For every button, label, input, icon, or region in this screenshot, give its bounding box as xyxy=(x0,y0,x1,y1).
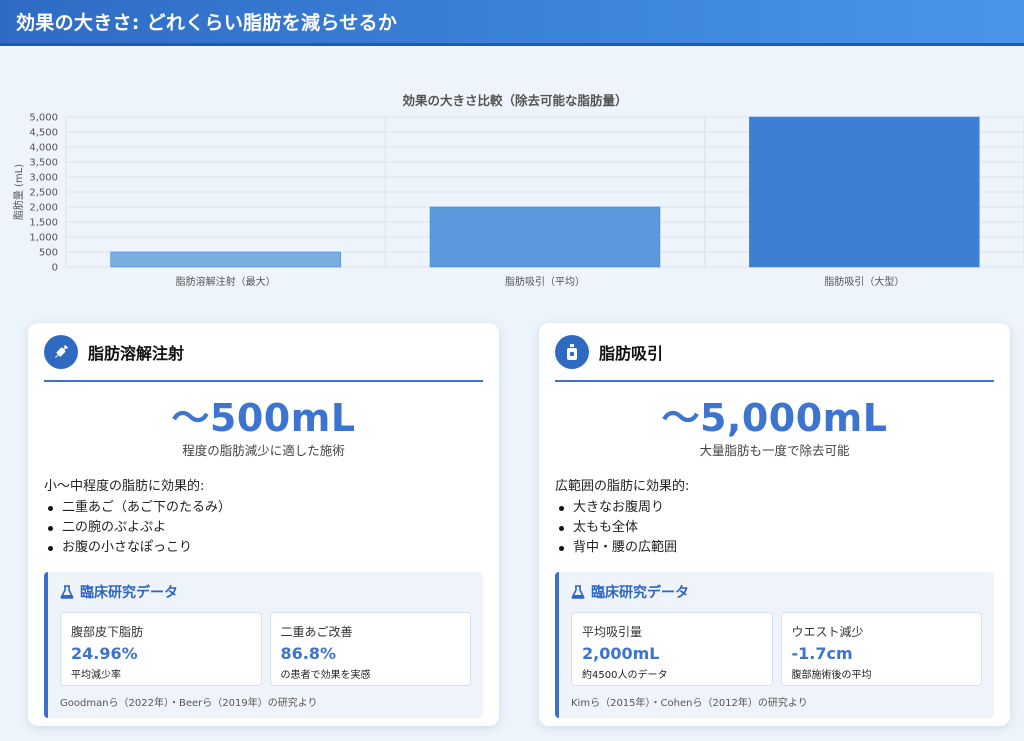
clinical-data-panel: 臨床研究データ 腹部皮下脂肪 24.96% 平均減少率 二重あご改善 86.8%… xyxy=(44,572,483,718)
card-title: 脂肪吸引 xyxy=(599,343,664,363)
y-tick-label: 2,500 xyxy=(29,188,58,199)
stat-label: 腹部皮下脂肪 xyxy=(71,625,144,639)
stat-value: 2,000mL xyxy=(582,644,660,663)
card-fat-dissolving-injection: 脂肪溶解注射 〜500mL 程度の脂肪減少に適した施術 小〜中程度の脂肪に効果的… xyxy=(28,323,499,726)
flask-icon xyxy=(60,585,74,599)
stat-note: 腹部施術後の平均 xyxy=(791,670,872,681)
description-heading: 小〜中程度の脂肪に効果的: xyxy=(44,479,205,494)
syringe-icon xyxy=(44,334,78,369)
x-tick-label: 脂肪溶解注射（最大） xyxy=(176,275,276,288)
chart-svg: 効果の大きさ比較（除去可能な脂肪量） 0 500 1,000 1,500 2,000 2,5… xyxy=(12,93,1024,288)
card-header: 脂肪吸引 xyxy=(555,323,994,382)
stats-row: 平均吸引量 2,000mL 約4500人のデータ ウエスト減少 -1.7cm 腹… xyxy=(571,612,982,686)
card-title: 脂肪溶解注射 xyxy=(88,343,185,363)
bar xyxy=(749,116,980,268)
list-item: お腹の小さなぽっこり xyxy=(44,538,483,558)
clinical-data-panel: 臨床研究データ 平均吸引量 2,000mL 約4500人のデータ ウエスト減少 … xyxy=(555,572,994,718)
x-tick-label: 脂肪吸引（平均） xyxy=(505,275,585,288)
y-tick-label: 2,000 xyxy=(29,203,58,214)
source-citation: Kimら（2015年）・Cohenら（2012年）の研究より xyxy=(571,698,808,709)
suction-bottle-icon xyxy=(555,334,589,369)
big-value: 〜5,000mL xyxy=(661,396,888,440)
target-list: 大きなお腹周り 太もも全体 背中・腰の広範囲 xyxy=(555,498,994,558)
y-tick-label: 5,000 xyxy=(29,113,58,124)
list-item: 背中・腰の広範囲 xyxy=(555,538,994,558)
stat-value: -1.7cm xyxy=(791,644,853,663)
y-tick-label: 1,500 xyxy=(29,218,58,229)
stat-note: の患者で効果を実感 xyxy=(280,670,371,681)
chart-title: 効果の大きさ比較（除去可能な脂肪量） xyxy=(402,93,627,108)
stat-box: 二重あご改善 86.8% の患者で効果を実感 xyxy=(269,612,471,686)
target-list: 二重あご（あご下のたるみ） 二の腕のぷよぷよ お腹の小さなぽっこり xyxy=(44,498,483,558)
list-item: 二の腕のぷよぷよ xyxy=(44,518,483,538)
y-tick-label: 4,500 xyxy=(29,128,58,139)
stat-note: 平均減少率 xyxy=(71,670,121,681)
bar xyxy=(429,206,661,268)
stats-row: 腹部皮下脂肪 24.96% 平均減少率 二重あご改善 86.8% の患者で効果を… xyxy=(60,612,471,686)
page-header: 効果の大きさ: どれくらい脂肪を減らせるか xyxy=(0,0,1024,46)
y-tick-label: 1,000 xyxy=(29,233,58,244)
flask-icon xyxy=(571,585,585,599)
description-heading: 広範囲の脂肪に効果的: xyxy=(555,479,690,494)
card-liposuction: 脂肪吸引 〜5,000mL 大量脂肪も一度で除去可能 広範囲の脂肪に効果的: 大… xyxy=(539,323,1010,726)
stat-box: ウエスト減少 -1.7cm 腹部施術後の平均 xyxy=(780,612,982,686)
y-tick-label: 500 xyxy=(39,248,58,259)
stat-label: 二重あご改善 xyxy=(280,625,353,639)
bar xyxy=(110,251,341,268)
big-value: 〜500mL xyxy=(171,396,356,440)
y-tick-label: 0 xyxy=(52,263,58,274)
stat-label: ウエスト減少 xyxy=(791,625,864,639)
y-tick-label: 4,000 xyxy=(29,143,58,154)
stat-box: 腹部皮下脂肪 24.96% 平均減少率 xyxy=(60,612,262,686)
research-title: 臨床研究データ xyxy=(591,585,689,601)
list-item: 大きなお腹周り xyxy=(555,498,994,518)
stat-box: 平均吸引量 2,000mL 約4500人のデータ xyxy=(571,612,773,686)
research-heading: 臨床研究データ xyxy=(571,582,982,602)
x-tick-label: 脂肪吸引（大型） xyxy=(824,275,904,288)
card-header: 脂肪溶解注射 xyxy=(44,323,483,382)
sub-value: 程度の脂肪減少に適した施術 xyxy=(182,443,345,458)
stat-value: 86.8% xyxy=(280,644,337,663)
source-citation: Goodmanら（2022年）・Beerら（2019年）の研究より xyxy=(60,698,318,709)
y-axis-label: 脂肪量 (mL) xyxy=(12,164,25,220)
sub-value: 大量脂肪も一度で除去可能 xyxy=(699,443,850,458)
stat-label: 平均吸引量 xyxy=(582,625,643,639)
research-title: 臨床研究データ xyxy=(80,585,178,601)
research-heading: 臨床研究データ xyxy=(60,582,471,602)
page-title: 効果の大きさ: どれくらい脂肪を減らせるか xyxy=(16,12,398,34)
stat-note: 約4500人のデータ xyxy=(582,670,668,681)
y-tick-label: 3,000 xyxy=(29,173,58,184)
list-item: 太もも全体 xyxy=(555,518,994,538)
y-tick-label: 3,500 xyxy=(29,158,58,169)
bar-chart: 効果の大きさ比較（除去可能な脂肪量） 0 500 1,000 1,500 2,000 2,5… xyxy=(0,88,1024,298)
list-item: 二重あご（あご下のたるみ） xyxy=(44,498,483,518)
stat-value: 24.96% xyxy=(71,644,138,663)
